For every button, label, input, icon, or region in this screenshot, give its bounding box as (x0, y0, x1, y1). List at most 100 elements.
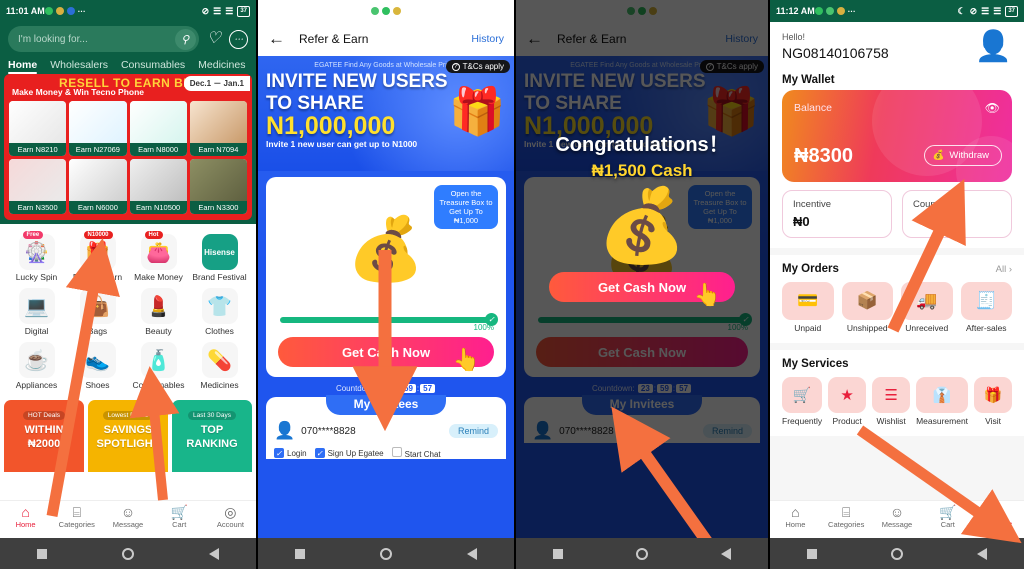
avatar[interactable]: 👤 (975, 32, 1012, 62)
lucky-spin-icon: 🎡 (18, 234, 55, 270)
product-card[interactable]: Earn N3500 (9, 159, 67, 214)
product-card[interactable]: Earn N8210 (9, 101, 67, 156)
promo-section[interactable]: RESELL TO EARN BIG Make Money & Win Tecn… (0, 74, 256, 224)
recents-icon[interactable] (37, 548, 48, 559)
battery-icon: 37 (237, 5, 250, 17)
home-button-icon[interactable] (891, 547, 903, 560)
congrats-amount: ₦1,500 Cash (591, 161, 693, 180)
tab-consumables[interactable]: Consumables (121, 59, 185, 71)
check-login[interactable]: ✓ Login (274, 448, 307, 458)
category-appliances[interactable]: ☕ Appliances (6, 342, 67, 390)
message-icon: ☺ (120, 504, 136, 520)
search-icon[interactable]: ⚲ (174, 28, 196, 50)
chat-icon[interactable]: ⋯ (229, 29, 248, 49)
tabbar-item-account[interactable]: ◎ Account (205, 501, 256, 538)
tab-medicines[interactable]: Medicines (198, 59, 245, 71)
search-input[interactable]: I'm looking for... ⚲ (8, 26, 199, 52)
notif-dot-green (814, 7, 823, 15)
order-status-unreceived[interactable]: 🚚 Unreceived (901, 282, 953, 333)
credit-card-icon: 💳 (782, 282, 834, 320)
product-card[interactable]: Earn N6000 (69, 159, 127, 214)
my-orders-section: My Orders All › 💳 Unpaid 📦 Unshipped 🚚 U… (770, 255, 1024, 343)
treasure-chest-illustration[interactable]: 💰 (276, 185, 496, 313)
check-signup[interactable]: ✓ Sign Up Egatee (314, 448, 384, 458)
category-digital[interactable]: 💻 Digital (6, 288, 67, 336)
category-lucky-spin[interactable]: Free 🎡 Lucky Spin (6, 231, 67, 282)
product-card[interactable]: Earn N8000 (129, 101, 187, 156)
promo-card[interactable]: RESELL TO EARN BIG Make Money & Win Tecn… (4, 74, 252, 220)
tabbar-item-categories[interactable]: ⌸ Categories (821, 501, 872, 538)
recents-icon[interactable] (807, 548, 817, 559)
recents-icon[interactable] (552, 548, 563, 559)
remind-button[interactable]: Remind (448, 424, 498, 438)
tabbar-item-cart[interactable]: 🛒 Cart (154, 501, 205, 538)
category-make-money[interactable]: Hot 👛 Make Money (128, 231, 189, 282)
tabbar-item-account[interactable]: 📍 Account (973, 501, 1024, 538)
coupons-card[interactable]: Coupons (902, 190, 1012, 238)
back-button-icon[interactable] (208, 547, 219, 560)
orders-all-link[interactable]: All › (996, 264, 1012, 275)
category-bags[interactable]: 👜 Bags (67, 288, 128, 336)
service-label: Product (832, 416, 862, 426)
service-product[interactable]: ★ Product (828, 377, 867, 426)
order-status-unshipped[interactable]: 📦 Unshipped (841, 282, 893, 333)
eye-icon[interactable]: 👁 (985, 101, 1000, 115)
order-status-after-sales[interactable]: 🧾 After-sales (960, 282, 1012, 333)
hero-banner: EGATEE Find Any Goods at Wholesale Price… (258, 56, 514, 171)
product-earn: Earn N8000 (129, 143, 187, 156)
congrats-title: Congratulations！ (555, 134, 729, 156)
category-shoes[interactable]: 👟 Shoes (67, 342, 128, 390)
tabbar-item-home[interactable]: ⌂ Home (0, 501, 51, 538)
product-card[interactable]: Earn N7094 (189, 101, 247, 156)
incentive-card[interactable]: Incentive ₦0 (782, 190, 892, 238)
product-card[interactable]: Earn N10500 (129, 159, 187, 214)
category-brand-festival[interactable]: Hisense Brand Festival (189, 234, 250, 282)
piggy-bank-icon: 💰 (932, 150, 945, 161)
service-visit[interactable]: 🎁 Visit (974, 377, 1012, 426)
service-frequently[interactable]: 🛒 Frequently (782, 377, 823, 426)
signal-icon-1: ☰ (981, 5, 990, 16)
tcs-badge[interactable]: ? T&Cs apply (445, 60, 510, 73)
countdown-row: Countdown: 23:59:57 (258, 377, 514, 397)
tap-hand-cursor-icon: 👆 (693, 282, 721, 307)
home-button-icon[interactable] (379, 547, 392, 560)
tabbar-item-home[interactable]: ⌂ Home (770, 501, 821, 538)
recents-icon[interactable] (295, 548, 306, 559)
service-measurement[interactable]: 👔 Measurement (916, 377, 969, 426)
wallet-mini-cards: Incentive ₦0 Coupons (770, 190, 1024, 248)
tabbar-item-message[interactable]: ☺ Message (872, 501, 923, 538)
category-consumables[interactable]: 🧴 Consumables (128, 342, 189, 390)
product-card[interactable]: Earn N27069 (69, 101, 127, 156)
check-start-chat[interactable]: Start Chat (391, 447, 441, 459)
product-card[interactable]: Earn N3300 (189, 159, 247, 214)
back-arrow-icon[interactable]: ← (268, 29, 285, 49)
category-medicines[interactable]: 💊 Medicines (189, 342, 250, 390)
heart-icon[interactable]: ♡ (207, 31, 221, 47)
back-button-icon[interactable] (466, 547, 477, 560)
back-button-icon[interactable] (977, 547, 987, 560)
check-label: Login (287, 449, 307, 458)
get-cash-now-button[interactable]: Get Cash Now 👆 (278, 337, 494, 372)
category-beauty[interactable]: 💄 Beauty (128, 288, 189, 336)
category-refer-earn[interactable]: N10000 🎁 Refer & Earn (67, 231, 128, 282)
withdraw-button[interactable]: 💰 Withdraw (923, 145, 1002, 166)
get-cash-now-label: Get Cash Now (341, 344, 431, 360)
banner-within-2000[interactable]: HOT Deals WITHIN ₦2000 (4, 400, 84, 472)
banner-savings-spotlight[interactable]: Lowest Prices SAVINGS SPOTLIGHT (88, 400, 168, 472)
back-button-icon[interactable] (721, 547, 732, 560)
history-link[interactable]: History (471, 33, 504, 45)
tab-wholesalers[interactable]: Wholesalers (50, 59, 108, 71)
tab-home[interactable]: Home (8, 59, 38, 74)
home-button-icon[interactable] (121, 547, 134, 560)
category-clothes[interactable]: 👕 Clothes (189, 288, 250, 336)
service-wishlist[interactable]: ☰ Wishlist (872, 377, 911, 426)
tabbar-item-message[interactable]: ☺ Message (102, 501, 153, 538)
tabbar-item-categories[interactable]: ⌸ Categories (51, 501, 102, 538)
wallet-card[interactable]: Balance 👁 ₦8300 💰 Withdraw (782, 90, 1012, 182)
tabbar-item-cart[interactable]: 🛒 Cart (922, 501, 973, 538)
order-status-unpaid[interactable]: 💳 Unpaid (782, 282, 834, 333)
clothes-icon: 👕 (201, 288, 238, 324)
home-button-icon[interactable] (635, 547, 648, 560)
banner-top-ranking[interactable]: Last 30 Days TOP RANKING (172, 400, 252, 472)
dialog-get-cash-now-button[interactable]: Get Cash Now 👆 (549, 272, 735, 307)
